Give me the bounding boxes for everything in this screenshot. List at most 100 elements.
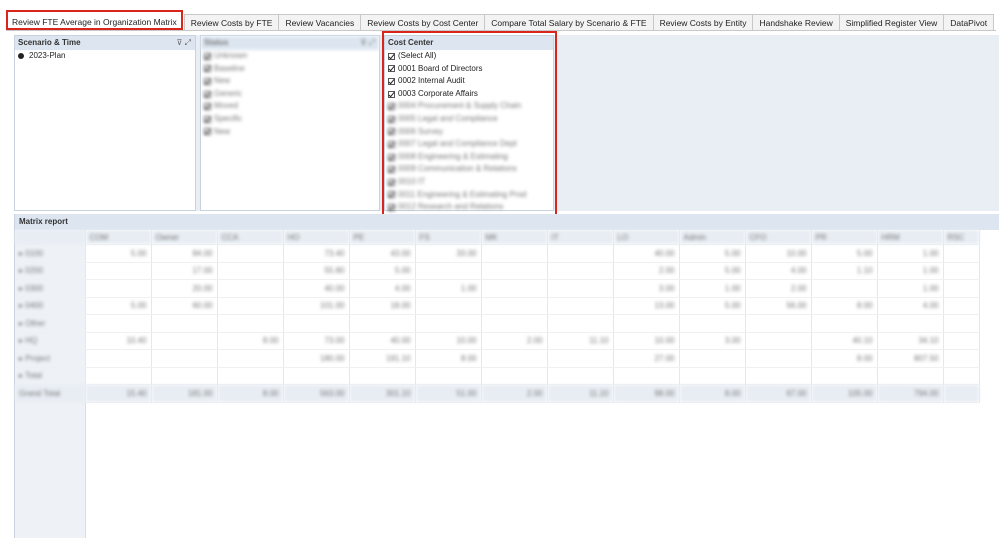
column-header[interactable]: CCA bbox=[217, 230, 284, 245]
column-header[interactable]: COM bbox=[85, 230, 152, 245]
matrix-cell: 1.00 bbox=[877, 244, 944, 263]
matrix-cell bbox=[415, 367, 482, 385]
tab-datapivot[interactable]: DataPivot bbox=[943, 14, 995, 30]
checkbox-icon[interactable] bbox=[388, 52, 395, 60]
cost-center-item[interactable]: 0008 Engineering & Estimating bbox=[385, 151, 553, 164]
tab-review-vacancies[interactable]: Review Vacancies bbox=[278, 14, 362, 30]
column-header[interactable]: CFO bbox=[745, 230, 812, 245]
checkbox-icon[interactable] bbox=[388, 90, 395, 98]
tab-simplified-register-view[interactable]: Simplified Register View bbox=[838, 14, 945, 30]
row-header[interactable]: ▸ 0300 bbox=[15, 279, 86, 298]
slicer-item[interactable]: New bbox=[201, 75, 379, 88]
tab-review-costs-by-fte[interactable]: Review Costs by FTE bbox=[183, 14, 280, 30]
matrix-cell bbox=[679, 314, 746, 333]
matrix-cell bbox=[481, 349, 548, 368]
checkbox-icon[interactable] bbox=[388, 103, 395, 111]
checkbox-icon[interactable] bbox=[388, 153, 395, 161]
checkbox-icon[interactable] bbox=[204, 115, 211, 123]
slicer-item[interactable]: Moved bbox=[201, 100, 379, 113]
slicer-item[interactable]: Unknown bbox=[201, 50, 379, 63]
slicer-item[interactable]: Generic bbox=[201, 88, 379, 101]
matrix-cell bbox=[349, 367, 416, 385]
slicer-header: Status ⊽ ⤢ bbox=[201, 36, 379, 50]
cost-center-item[interactable]: 0005 Legal and Compliance bbox=[385, 113, 553, 126]
row-header[interactable]: ▸ Total bbox=[15, 367, 86, 385]
row-header[interactable]: ▸ 0200 bbox=[15, 262, 86, 280]
cost-center-label: 0007 Legal and Compliance Dept bbox=[398, 139, 517, 149]
column-header[interactable]: Owner bbox=[151, 230, 218, 245]
checkbox-icon[interactable] bbox=[388, 140, 395, 148]
checkbox-icon[interactable] bbox=[388, 128, 395, 136]
row-header[interactable]: ▸ Other bbox=[15, 314, 86, 333]
matrix-cell: 3.00 bbox=[679, 332, 746, 350]
cost-center-item[interactable]: 0012 Research and Relations bbox=[385, 201, 553, 214]
cost-center-item[interactable]: 0004 Procurement & Supply Chain bbox=[385, 100, 553, 113]
cost-center-item[interactable]: 0007 Legal and Compliance Dept bbox=[385, 138, 553, 151]
cost-center-label: 0008 Engineering & Estimating bbox=[398, 151, 508, 161]
tab-review-costs-by-cost-center[interactable]: Review Costs by Cost Center bbox=[360, 14, 486, 30]
matrix-total-row: Grand Total 15.40 181.00 8.00 563.00 301.10 51… bbox=[15, 384, 980, 403]
cost-center-item[interactable]: (Select All) bbox=[385, 50, 553, 63]
column-header[interactable]: FS bbox=[415, 230, 482, 245]
cost-center-item[interactable]: 0006 Survey bbox=[385, 126, 553, 139]
tab-compare-total-salary-by-scenario-fte[interactable]: Compare Total Salary by Scenario & FTE bbox=[484, 14, 654, 30]
tab-review-costs-by-entity[interactable]: Review Costs by Entity bbox=[652, 14, 754, 30]
matrix-cell bbox=[217, 314, 284, 333]
cost-center-item[interactable]: 0002 Internal Audit bbox=[385, 75, 553, 88]
tab-review-fte-average-in-organization-matrix[interactable]: Review FTE Average in Organization Matri… bbox=[6, 10, 183, 30]
row-header[interactable]: ▸ Project bbox=[15, 349, 86, 368]
checkbox-icon[interactable] bbox=[204, 77, 211, 85]
matrix-cell bbox=[679, 349, 746, 368]
matrix-cell: 8.00 bbox=[811, 297, 878, 315]
column-header[interactable]: Admin bbox=[679, 230, 746, 245]
checkbox-icon[interactable] bbox=[388, 178, 395, 186]
clear-filter-icon[interactable]: ⊽ ⤢ bbox=[361, 36, 375, 50]
total-cell: 98.00 bbox=[613, 384, 680, 403]
column-header[interactable]: HRM bbox=[877, 230, 944, 245]
column-header[interactable]: IT bbox=[547, 230, 614, 245]
cost-center-item[interactable]: 0011 Engineering & Estimating Prod bbox=[385, 189, 553, 202]
tab-strip: Review FTE Average in Organization Matri… bbox=[6, 10, 996, 31]
checkbox-icon[interactable] bbox=[388, 115, 395, 123]
column-header[interactable]: PE bbox=[349, 230, 416, 245]
slicer-item[interactable]: New bbox=[201, 126, 379, 139]
row-header[interactable]: ▸ 0100 bbox=[15, 244, 86, 263]
cost-center-item[interactable]: 0001 Board of Directors bbox=[385, 63, 553, 76]
checkbox-icon[interactable] bbox=[204, 52, 211, 60]
checkbox-icon[interactable] bbox=[204, 65, 211, 73]
slicer-item[interactable]: Baseline bbox=[201, 63, 379, 76]
matrix-cell bbox=[547, 314, 614, 333]
column-header[interactable] bbox=[15, 230, 86, 245]
checkbox-icon[interactable] bbox=[204, 128, 211, 136]
clear-filter-icon[interactable]: ⊽ ⤢ bbox=[177, 36, 191, 50]
column-header[interactable]: HO bbox=[283, 230, 350, 245]
slicer-item[interactable]: Specific bbox=[201, 113, 379, 126]
slicer-item[interactable]: 2023-Plan bbox=[15, 50, 195, 63]
row-header[interactable]: ▸ HQ bbox=[15, 332, 86, 350]
cost-center-item[interactable]: 0009 Communication & Relations bbox=[385, 163, 553, 176]
checkbox-icon[interactable] bbox=[204, 90, 211, 98]
column-header[interactable]: PR bbox=[811, 230, 878, 245]
checkbox-icon[interactable] bbox=[388, 166, 395, 174]
checkbox-icon[interactable] bbox=[388, 203, 395, 211]
checkbox-icon[interactable] bbox=[388, 77, 395, 85]
cost-center-label: 0002 Internal Audit bbox=[398, 76, 465, 86]
cost-center-item[interactable]: 0003 Corporate Affairs bbox=[385, 88, 553, 101]
matrix-cell: 5.00 bbox=[679, 297, 746, 315]
slicer-panel: Scenario & Time ⊽ ⤢ 2023-Plan Status ⊽ ⤢… bbox=[14, 35, 999, 211]
column-header[interactable]: RSC bbox=[943, 230, 980, 245]
cost-center-item[interactable]: 0010 IT bbox=[385, 176, 553, 189]
column-header[interactable]: MK bbox=[481, 230, 548, 245]
row-header[interactable]: ▸ 0400 bbox=[15, 297, 86, 315]
matrix-cell: 10.40 bbox=[85, 332, 152, 350]
matrix-cell: 27.00 bbox=[613, 349, 680, 368]
checkbox-icon[interactable] bbox=[388, 191, 395, 199]
column-header[interactable]: LO bbox=[613, 230, 680, 245]
matrix-row: ▸ Other bbox=[15, 314, 980, 333]
cost-center-label: 0006 Survey bbox=[398, 126, 443, 136]
tab-handshake-review[interactable]: Handshake Review bbox=[752, 14, 840, 30]
checkbox-icon[interactable] bbox=[204, 103, 211, 111]
matrix-cell bbox=[85, 314, 152, 333]
total-cell: 15.40 bbox=[85, 384, 152, 403]
checkbox-icon[interactable] bbox=[388, 65, 395, 73]
